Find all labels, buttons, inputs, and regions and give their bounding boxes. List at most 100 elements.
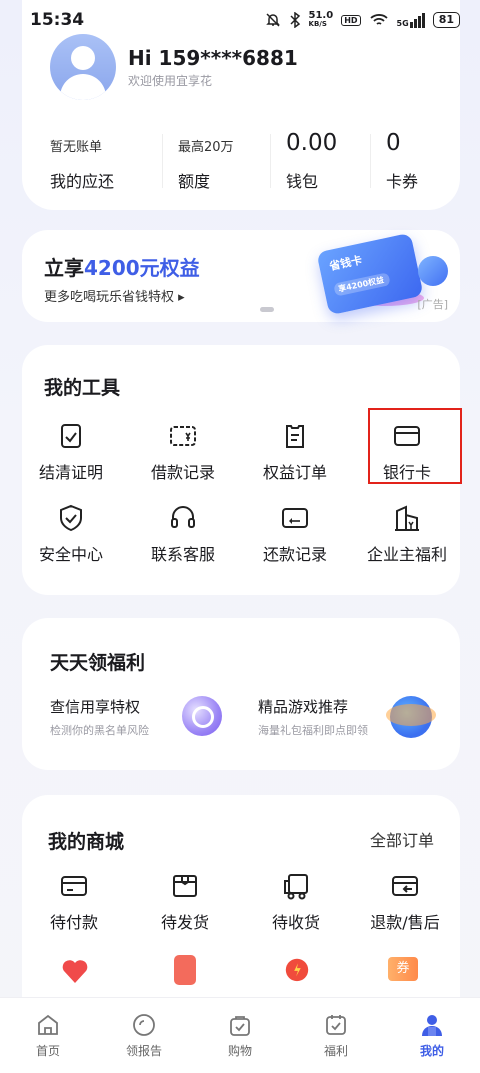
stat-credit-label: 额度 <box>178 172 211 191</box>
ad-banner[interactable]: 立享4200元权益 更多吃喝玩乐省钱特权 ▸ 省钱卡 享4200权益 [广告] <box>22 230 460 322</box>
heart-icon[interactable] <box>60 957 90 985</box>
tool-settlement-proof[interactable]: 结清证明 <box>16 421 126 483</box>
ad-title: 立享4200元权益 <box>44 256 200 280</box>
section-title: 我的工具 <box>44 377 121 399</box>
net-speed: 51.0 KB/S <box>308 10 334 29</box>
mute-bell-icon <box>265 13 280 27</box>
highlight-box <box>368 408 462 484</box>
tab-home[interactable]: 首页 <box>0 998 96 1073</box>
mall-refund[interactable]: 退款/售后 <box>350 871 460 933</box>
tool-enterprise-welfare[interactable]: 企业主福利 <box>352 503 462 565</box>
tool-label: 借款记录 <box>150 463 215 482</box>
tool-loan-records[interactable]: 借款记录 <box>128 421 238 483</box>
shield-check-icon <box>60 504 82 532</box>
stat-credit[interactable]: 最高20万 额度 <box>162 128 270 192</box>
ad-subtitle: 更多吃喝玩乐省钱特权 ▸ <box>44 290 185 305</box>
tool-customer-service[interactable]: 联系客服 <box>128 503 238 565</box>
stat-coupons[interactable]: 0 卡券 <box>370 128 460 192</box>
tab-report[interactable]: 领报告 <box>96 998 192 1073</box>
enterprise-icon <box>395 505 419 531</box>
caret-right-icon: ▸ <box>178 290 185 305</box>
bottom-tab-bar: 首页 领报告 购物 福利 我的 <box>0 997 480 1073</box>
tool-label: 结清证明 <box>38 463 103 482</box>
welfare-section: 天天领福利 查信用享特权 检测你的黑名单风险 精品游戏推荐 海量礼包福利即点即领 <box>22 618 460 770</box>
mall-section: 我的商城 全部订单 待付款 待发货 待收货 退款/售后 券 <box>22 795 460 1025</box>
tab-shopping[interactable]: 购物 <box>192 998 288 1073</box>
tab-label: 我的 <box>419 1044 444 1058</box>
report-icon <box>133 1014 155 1036</box>
welfare-game-recommend[interactable]: 精品游戏推荐 海量礼包福利即点即领 <box>258 696 368 738</box>
stat-due[interactable]: 暂无账单 我的应还 <box>22 128 162 192</box>
tool-label: 权益订单 <box>262 463 327 482</box>
clock: 15:34 <box>30 10 85 30</box>
welfare-item-subtitle: 海量礼包福利即点即领 <box>258 724 368 737</box>
stat-wallet-value: 0.00 <box>286 130 338 156</box>
mall-pending-receipt[interactable]: 待收货 <box>241 871 351 933</box>
welfare-item-title: 精品游戏推荐 <box>258 698 349 716</box>
headset-icon <box>171 506 195 528</box>
alarm-clock-icon[interactable] <box>282 955 312 983</box>
tools-section: 我的工具 结清证明 借款记录 权益订单 银行卡 安全中心 联系客服 还款记录 企… <box>22 345 462 595</box>
wifi-icon <box>369 14 388 25</box>
tab-welfare[interactable]: 福利 <box>288 998 384 1073</box>
system-icons: 51.0 KB/S HD 5G 81 <box>265 11 460 29</box>
wallet-card-icon <box>61 876 87 896</box>
mall-pending-shipment[interactable]: 待发货 <box>130 871 240 933</box>
phone-icon[interactable] <box>174 955 196 985</box>
coupon-icon[interactable]: 券 <box>388 957 418 981</box>
ad-coin-decoration <box>418 256 448 286</box>
tool-label: 安全中心 <box>38 545 103 564</box>
tab-label: 购物 <box>227 1044 252 1058</box>
tab-mine[interactable]: 我的 <box>384 998 480 1073</box>
repayment-record-icon <box>282 508 308 528</box>
refund-icon <box>392 876 418 896</box>
hd-badge: HD <box>341 14 361 26</box>
stat-coupons-value: 0 <box>386 130 401 156</box>
mall-label: 待发货 <box>160 913 209 932</box>
game-planet-icon[interactable] <box>386 696 436 738</box>
stat-credit-value: 最高20万 <box>178 140 234 155</box>
mall-label: 待付款 <box>49 913 98 932</box>
section-title: 我的商城 <box>48 831 125 853</box>
benefit-order-icon <box>286 425 304 448</box>
stat-wallet-label: 钱包 <box>286 172 319 191</box>
bluetooth-icon <box>289 12 300 28</box>
tool-repayment-records[interactable]: 还款记录 <box>240 503 350 565</box>
stat-due-label: 我的应还 <box>50 172 115 191</box>
mall-pending-payment[interactable]: 待付款 <box>19 871 129 933</box>
carousel-indicator <box>260 307 274 312</box>
welcome-text: 欢迎使用宜享花 <box>128 74 213 88</box>
stat-wallet[interactable]: 0.00 钱包 <box>270 128 370 192</box>
truck-icon <box>284 874 308 900</box>
shopping-bag-icon <box>230 1016 250 1036</box>
package-icon <box>173 875 197 897</box>
all-orders-link[interactable]: 全部订单 <box>370 827 434 851</box>
tool-benefit-orders[interactable]: 权益订单 <box>240 421 350 483</box>
document-check-icon <box>61 424 81 448</box>
avatar[interactable] <box>50 34 116 100</box>
tab-label: 福利 <box>323 1044 348 1058</box>
loan-record-icon <box>170 426 196 446</box>
account-stats: 暂无账单 我的应还 最高20万 额度 0.00 钱包 0 卡券 <box>22 128 460 192</box>
welfare-calendar-icon <box>326 1015 346 1035</box>
stat-due-value: 暂无账单 <box>50 140 103 155</box>
status-bar: 15:34 51.0 KB/S HD 5G 81 <box>0 0 480 40</box>
section-title: 天天领福利 <box>50 652 146 674</box>
greeting: Hi 159****6881 <box>128 46 298 70</box>
welfare-item-title: 查信用享特权 <box>50 698 141 716</box>
magnifier-icon[interactable] <box>182 696 222 736</box>
battery-indicator: 81 <box>432 12 460 28</box>
tool-label: 还款记录 <box>262 545 327 564</box>
tab-label: 领报告 <box>125 1044 162 1058</box>
tool-label: 联系客服 <box>150 545 215 564</box>
mall-label: 待收货 <box>271 913 320 932</box>
welfare-item-subtitle: 检测你的黑名单风险 <box>50 724 149 737</box>
cell-signal: 5G <box>397 12 425 28</box>
tool-label: 企业主福利 <box>366 545 447 564</box>
tab-label: 首页 <box>35 1044 60 1058</box>
welfare-credit-check[interactable]: 查信用享特权 检测你的黑名单风险 <box>50 696 149 738</box>
tool-security-center[interactable]: 安全中心 <box>16 503 126 565</box>
home-icon <box>38 1014 58 1035</box>
mall-label: 退款/售后 <box>370 913 440 932</box>
ad-tag: [广告] <box>417 298 448 311</box>
